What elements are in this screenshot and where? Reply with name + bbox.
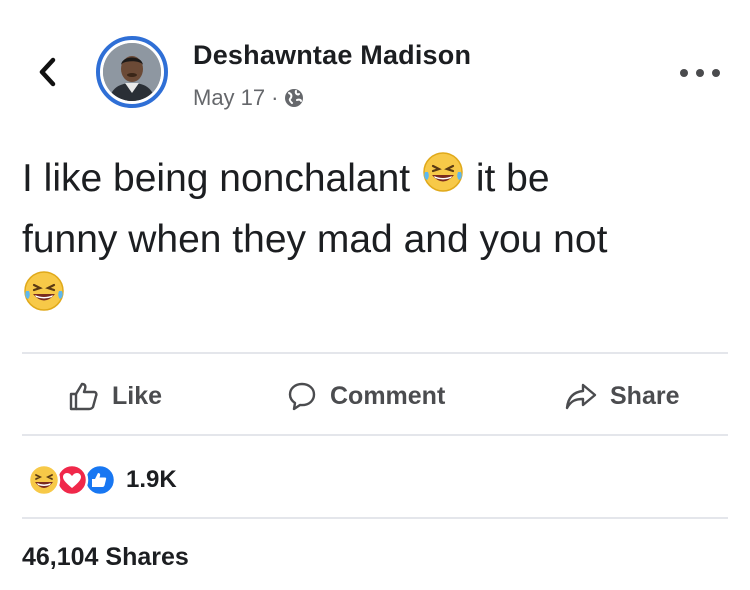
back-button[interactable] bbox=[32, 54, 62, 90]
post-text-part-1: I like being nonchalant bbox=[22, 157, 411, 200]
divider bbox=[22, 352, 728, 354]
shares-count[interactable]: 46,104 Shares bbox=[22, 543, 189, 572]
avatar-photo bbox=[103, 43, 161, 101]
more-dot-icon bbox=[712, 69, 720, 77]
reactions-summary[interactable]: 1.9K bbox=[26, 462, 177, 498]
like-button[interactable]: Like bbox=[68, 368, 162, 424]
divider bbox=[22, 517, 728, 519]
thumbs-up-icon bbox=[69, 382, 98, 411]
post-text-line-2: funny when they mad and you not bbox=[22, 218, 608, 262]
laughing-emoji-icon bbox=[22, 269, 66, 330]
avatar[interactable] bbox=[96, 36, 168, 108]
comment-label: Comment bbox=[330, 381, 446, 410]
more-options-button[interactable] bbox=[680, 66, 720, 80]
globe-icon bbox=[285, 89, 304, 107]
post-text-part-2: it be bbox=[475, 157, 550, 200]
love-reaction-icon bbox=[55, 463, 89, 497]
chevron-left-icon bbox=[39, 57, 56, 87]
post-meta: May 17 · bbox=[193, 85, 304, 111]
haha-reaction-icon bbox=[27, 463, 61, 497]
divider bbox=[22, 434, 728, 436]
comment-bubble-icon bbox=[288, 382, 316, 411]
author-name[interactable]: Deshawntae Madison bbox=[193, 40, 471, 71]
post-date[interactable]: May 17 bbox=[193, 85, 265, 111]
laughing-emoji-icon bbox=[421, 150, 465, 211]
share-label: Share bbox=[610, 381, 680, 410]
reaction-icons bbox=[27, 463, 117, 497]
share-button[interactable]: Share bbox=[564, 368, 679, 424]
like-label: Like bbox=[112, 381, 163, 410]
comment-button[interactable]: Comment bbox=[286, 368, 445, 424]
reaction-count: 1.9K bbox=[126, 466, 177, 493]
post-text: I like being nonchalant it be funny when… bbox=[22, 150, 722, 330]
more-dot-icon bbox=[696, 69, 704, 77]
meta-separator: · bbox=[271, 85, 279, 110]
like-reaction-icon bbox=[83, 463, 117, 497]
action-bar: Like Comment Share bbox=[22, 368, 728, 424]
more-dot-icon bbox=[680, 69, 688, 77]
share-arrow-icon bbox=[565, 383, 597, 410]
